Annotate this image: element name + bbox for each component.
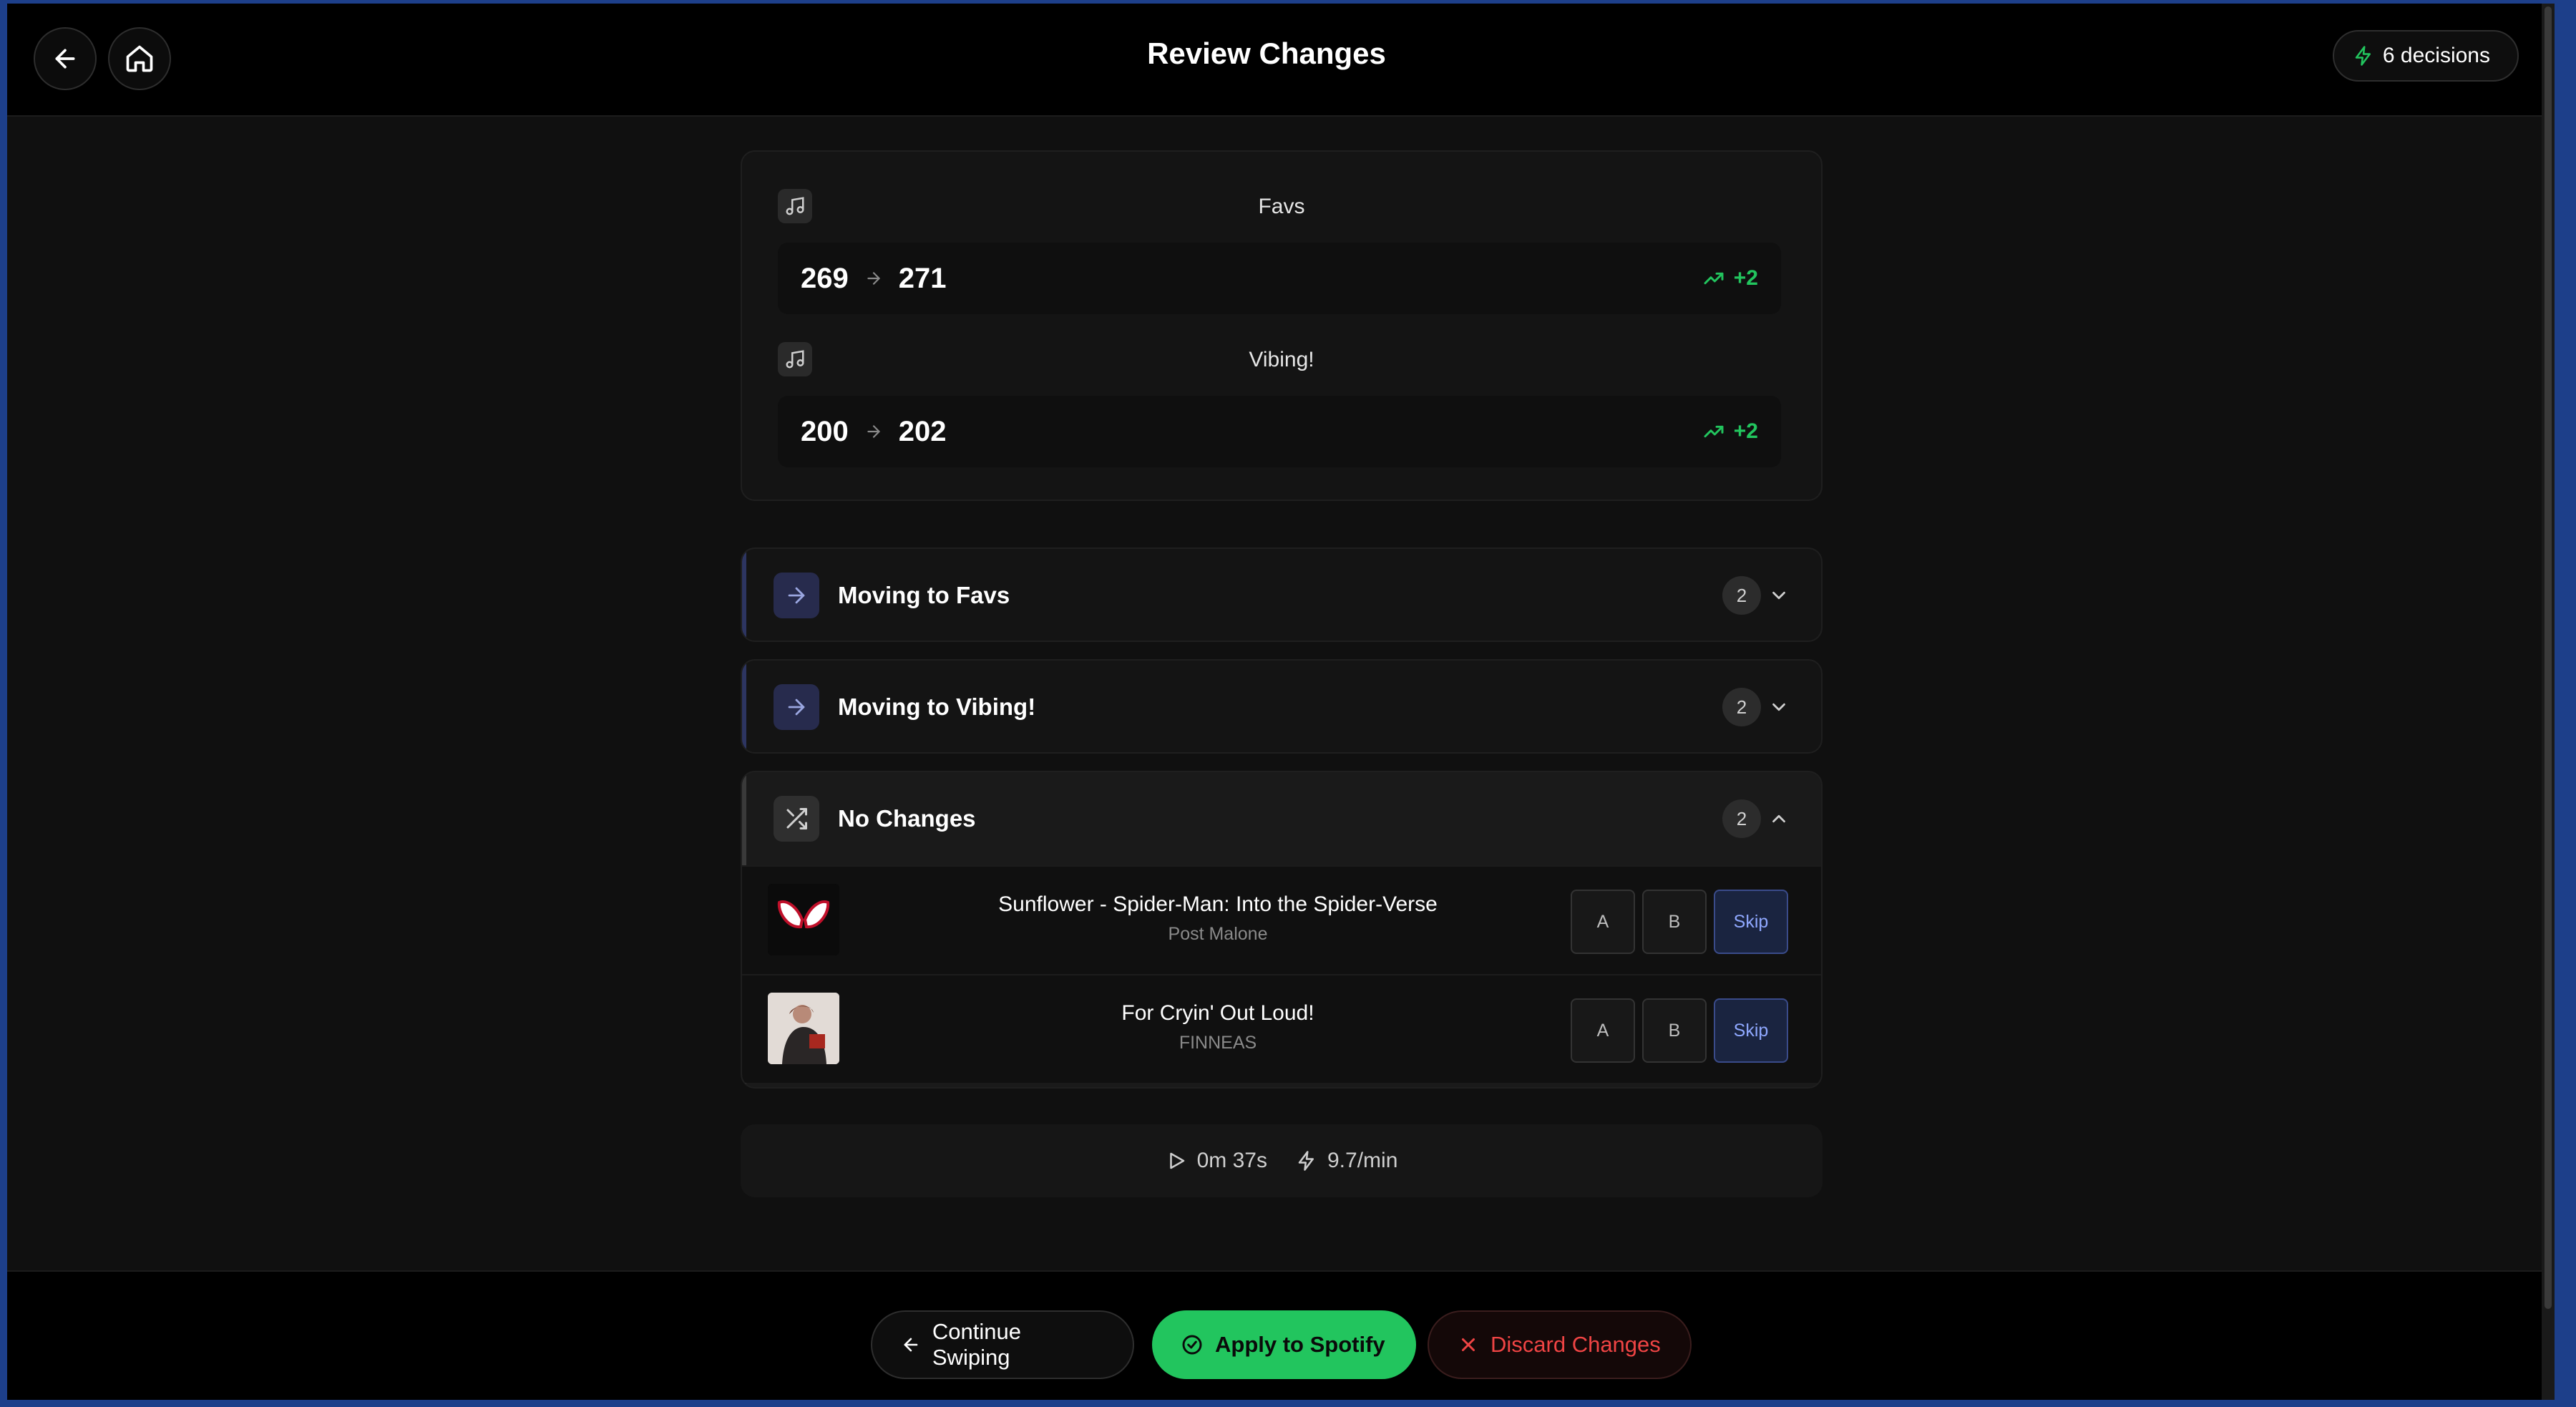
decisions-badge: 6 decisions — [2332, 30, 2519, 82]
choice-a-button[interactable]: A — [1571, 890, 1635, 954]
track-info: Sunflower - Spider-Man: Into the Spider-… — [849, 892, 1586, 945]
stat-time: 0m 37s — [1166, 1149, 1267, 1173]
track-title: For Cryin' Out Loud! — [1121, 1001, 1314, 1025]
check-circle-icon — [1182, 1335, 1202, 1355]
arrow-right-icon — [774, 573, 819, 618]
playlist-count-row: 269 271 +2 — [778, 243, 1781, 314]
choice-a-button[interactable]: A — [1571, 998, 1635, 1063]
shuffle-icon — [774, 796, 819, 842]
page-title: Review Changes — [1147, 36, 1386, 70]
arrow-right-icon — [864, 422, 883, 441]
track-title: Sunflower - Spider-Man: Into the Spider-… — [998, 892, 1438, 916]
play-icon — [1169, 1152, 1184, 1169]
track-row: For Cryin' Out Loud! FINNEAS A B Skip — [742, 974, 1821, 1083]
stat-rate: 9.7/min — [1296, 1149, 1397, 1173]
group-count-badge: 2 — [1722, 799, 1761, 838]
scrollbar-thumb[interactable] — [2545, 6, 2552, 1309]
trending-up-icon — [1704, 272, 1724, 285]
choice-b-button[interactable]: B — [1642, 890, 1707, 954]
count-delta: +2 — [1702, 266, 1758, 291]
count-from: 269 — [801, 262, 849, 294]
count-to: 271 — [898, 262, 947, 294]
group-header[interactable]: Moving to Vibing! 2 — [742, 661, 1821, 752]
track-artist: FINNEAS — [1179, 1033, 1257, 1053]
group-header[interactable]: Moving to Favs 2 — [742, 549, 1821, 641]
choice-b-button[interactable]: B — [1642, 998, 1707, 1063]
delta-value: +2 — [1733, 419, 1758, 443]
group-header[interactable]: No Changes 2 — [742, 772, 1821, 865]
playlist-name: Favs — [1258, 195, 1305, 218]
count-to: 202 — [898, 415, 947, 447]
lightning-icon — [2355, 46, 2371, 66]
chevron-up-icon[interactable] — [1768, 808, 1790, 829]
discard-changes-button[interactable]: Discard Changes — [1428, 1310, 1692, 1379]
arrow-right-icon — [864, 269, 883, 288]
playlist-name: Vibing! — [1249, 348, 1314, 371]
session-stats: 0m 37s 9.7/min — [741, 1124, 1823, 1197]
elapsed-time: 0m 37s — [1196, 1149, 1267, 1172]
group-title: Moving to Favs — [838, 582, 1010, 608]
footer-bar: Continue Swiping Apply to Spotify Discar… — [7, 1270, 2555, 1400]
delta-value: +2 — [1733, 266, 1758, 290]
group-moving-to-vibing: Moving to Vibing! 2 — [741, 659, 1823, 754]
continue-swiping-label: Continue Swiping — [932, 1319, 1021, 1370]
arrow-right-icon — [774, 684, 819, 730]
group-count-badge: 2 — [1722, 576, 1761, 615]
arrow-left-icon — [904, 1338, 918, 1352]
discard-changes-label: Discard Changes — [1491, 1332, 1661, 1357]
playlist-summary-card: Favs 269 271 +2 Vibing! 200 202 +2 — [741, 150, 1823, 501]
group-title: No Changes — [838, 805, 976, 832]
chevron-down-icon[interactable] — [1768, 696, 1790, 718]
close-icon — [1462, 1338, 1475, 1351]
trending-up-icon — [1704, 425, 1724, 438]
playlist-header: Favs — [742, 189, 1821, 225]
count-from: 200 — [801, 415, 849, 447]
group-no-changes: No Changes 2 Sunflower - Spider-Man: Int… — [741, 771, 1823, 1089]
track-info: For Cryin' Out Loud! FINNEAS — [849, 1001, 1586, 1053]
album-art — [768, 884, 839, 955]
playlist-header: Vibing! — [742, 342, 1821, 378]
album-art — [768, 993, 839, 1064]
scrollbar[interactable] — [2542, 4, 2555, 1400]
continue-swiping-button[interactable]: Continue Swiping — [871, 1310, 1134, 1379]
skip-button[interactable]: Skip — [1714, 890, 1788, 954]
group-title: Moving to Vibing! — [838, 693, 1036, 720]
apply-to-spotify-button[interactable]: Apply to Spotify — [1152, 1310, 1416, 1379]
top-bar: Review Changes 6 decisions — [7, 4, 2555, 117]
track-row: Sunflower - Spider-Man: Into the Spider-… — [742, 865, 1821, 974]
count-delta: +2 — [1702, 419, 1758, 444]
chevron-down-icon[interactable] — [1768, 585, 1790, 606]
group-moving-to-favs: Moving to Favs 2 — [741, 547, 1823, 642]
decisions-count: 6 decisions — [2382, 44, 2490, 67]
skip-button[interactable]: Skip — [1714, 998, 1788, 1063]
lightning-icon — [1298, 1151, 1314, 1171]
app-window: Review Changes 6 decisions Favs 269 271 — [7, 4, 2555, 1400]
group-count-badge: 2 — [1722, 688, 1761, 726]
apply-to-spotify-label: Apply to Spotify — [1215, 1332, 1385, 1357]
playlist-count-row: 200 202 +2 — [778, 396, 1781, 467]
decision-rate: 9.7/min — [1327, 1149, 1398, 1172]
track-artist: Post Malone — [1168, 924, 1268, 944]
